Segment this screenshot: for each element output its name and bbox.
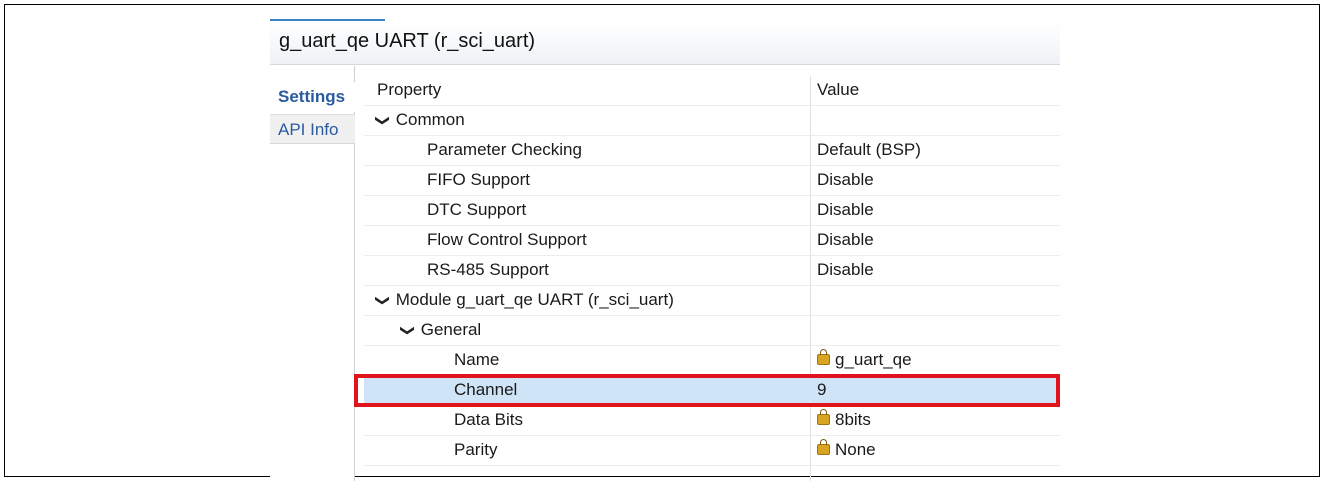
row-value: Disable (817, 200, 874, 219)
table-row[interactable]: Parity None (364, 436, 1060, 466)
chevron-down-icon[interactable]: ❯ (374, 295, 391, 307)
row-label: Name (454, 350, 500, 369)
row-value: Disable (817, 260, 874, 279)
table-row[interactable]: FIFO Support Disable (364, 166, 1060, 196)
table-row[interactable]: Flow Control Support Disable (364, 226, 1060, 256)
table-row[interactable]: DTC Support Disable (364, 196, 1060, 226)
tab-settings[interactable]: Settings (270, 82, 355, 112)
table-row-common[interactable]: ❯ Common (364, 106, 1060, 136)
row-label: General (420, 320, 482, 339)
column-header-value: Value (817, 80, 860, 99)
row-value: g_uart_qe (835, 350, 912, 369)
highlight-box (354, 374, 1060, 407)
column-header-property: Property (377, 80, 442, 99)
row-value: Disable (817, 170, 874, 189)
row-value: Disable (817, 230, 874, 249)
lock-icon (817, 409, 830, 425)
row-value: None (835, 440, 876, 459)
table-row-module[interactable]: ❯ Module g_uart_qe UART (r_sci_uart) (364, 286, 1060, 316)
row-label: Flow Control Support (427, 230, 587, 249)
row-label: FIFO Support (427, 170, 530, 189)
row-label: Common (395, 110, 465, 129)
lock-icon (817, 349, 830, 365)
table-row[interactable]: Parameter Checking Default (BSP) (364, 136, 1060, 166)
row-value: 8bits (835, 410, 871, 429)
tab-api-info[interactable]: API Info (270, 114, 355, 144)
row-label: DTC Support (427, 200, 527, 219)
table-row[interactable]: Name g_uart_qe (364, 346, 1060, 376)
panel-header: g_uart_qe UART (r_sci_uart) (270, 21, 1060, 65)
table-header-row: Property Value (364, 76, 1060, 106)
row-label: Data Bits (454, 410, 523, 429)
row-label: Module g_uart_qe UART (r_sci_uart) (395, 290, 674, 309)
row-label: RS-485 Support (427, 260, 549, 279)
lock-icon (817, 439, 830, 455)
table-row[interactable]: RS-485 Support Disable (364, 256, 1060, 286)
row-value: Default (BSP) (817, 140, 921, 159)
chevron-down-icon[interactable]: ❯ (374, 115, 391, 127)
panel-title: g_uart_qe UART (r_sci_uart) (279, 30, 536, 52)
property-grid: Property Value ❯ Common Parameter Checkin… (364, 76, 1060, 481)
table-row[interactable]: Data Bits 8bits (364, 406, 1060, 436)
chevron-down-icon[interactable]: ❯ (399, 325, 416, 337)
row-label: Parameter Checking (427, 140, 582, 159)
table-row-general[interactable]: ❯ General (364, 316, 1060, 346)
sidebar-tabs: Settings API Info (270, 66, 355, 481)
row-label: Parity (454, 440, 498, 459)
